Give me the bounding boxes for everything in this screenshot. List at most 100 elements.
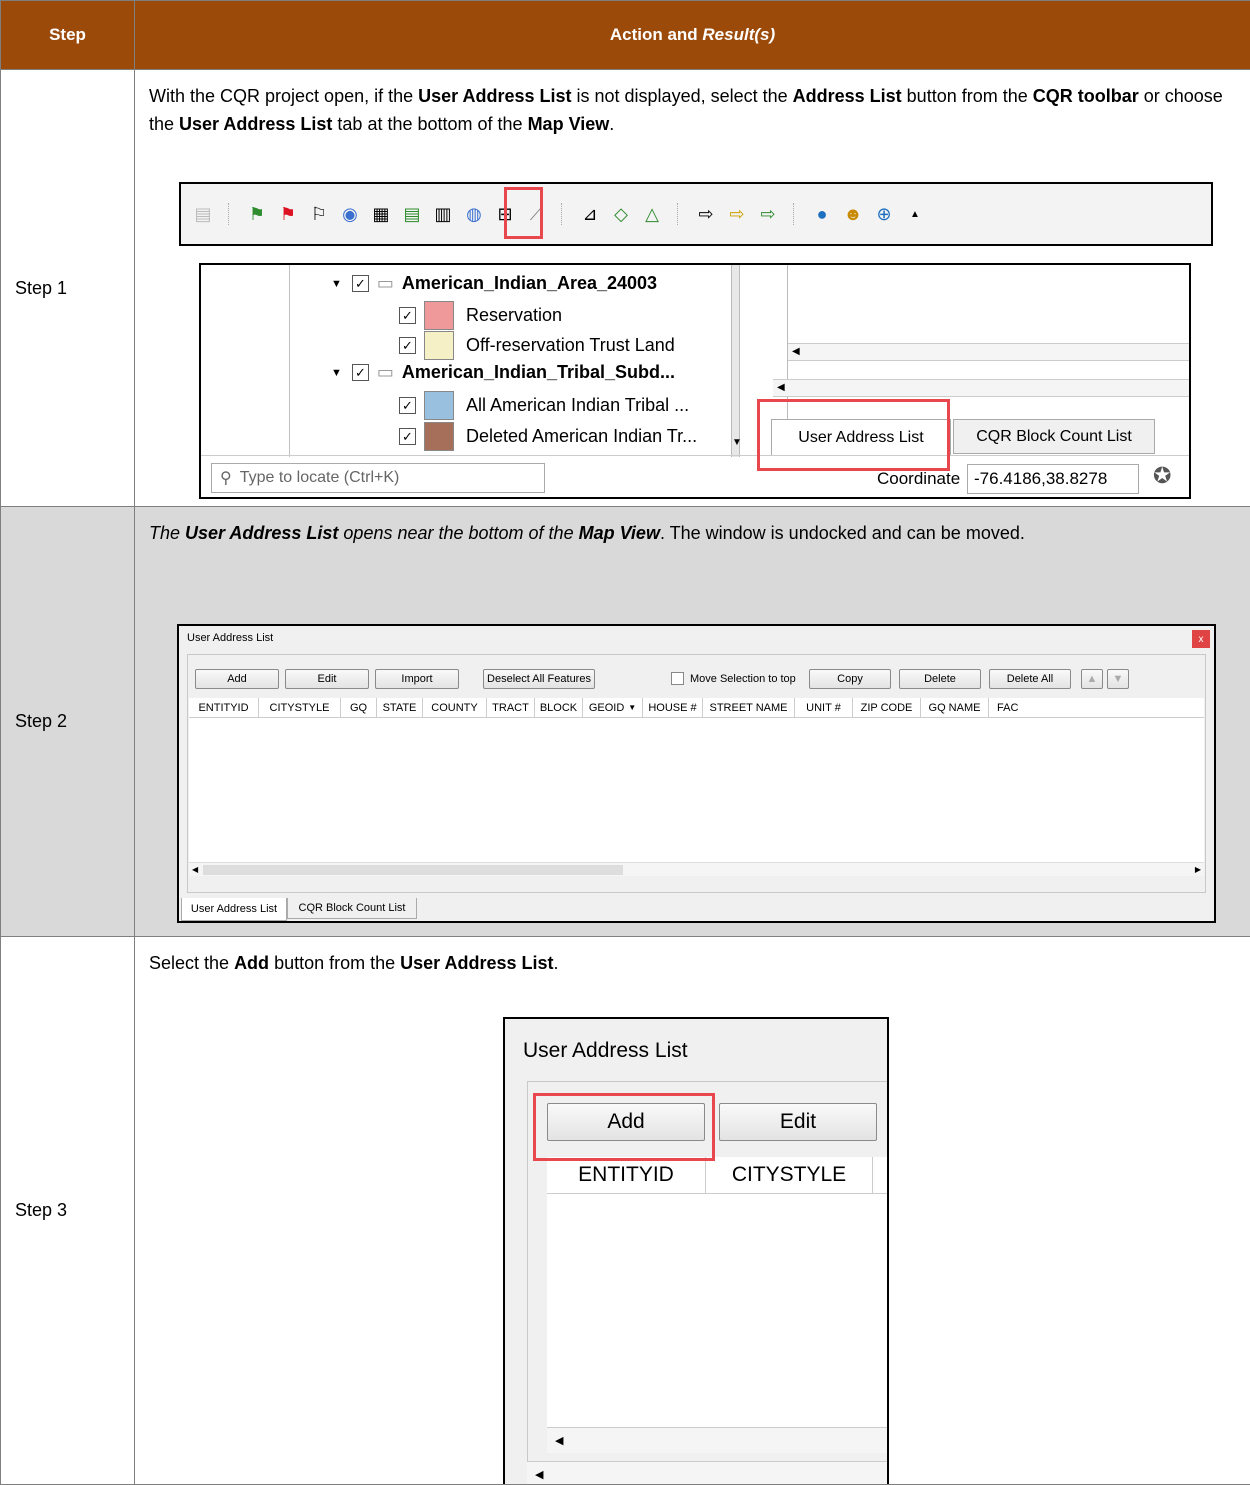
step2-row: Step 2 The User Address List opens near … <box>1 507 1250 937</box>
add-flag-icon[interactable]: ⚑ <box>245 202 269 226</box>
delete-all-button[interactable]: Delete All <box>989 669 1071 689</box>
edit-button[interactable]: Edit <box>719 1103 877 1141</box>
chevron-up-icon[interactable]: ▲ <box>903 202 927 226</box>
layer-checkbox[interactable]: ✓ <box>399 307 416 324</box>
step2-label: Step 2 <box>1 507 135 937</box>
export-icon[interactable]: ⇨ <box>694 202 718 226</box>
col-county[interactable]: COUNTY <box>423 698 487 717</box>
layer-checkbox[interactable]: ✓ <box>399 428 416 445</box>
export-alt-icon[interactable]: ⇨ <box>725 202 749 226</box>
step3-text: Select the Add button from the User Addr… <box>149 949 1236 977</box>
close-icon[interactable]: x <box>1192 630 1210 648</box>
list-icon[interactable]: ▦ <box>369 202 393 226</box>
import-button[interactable]: Import <box>375 669 459 689</box>
disabled-tool-icon[interactable]: ▤ <box>191 202 215 226</box>
scroll-down-icon[interactable]: ▼ <box>732 437 742 448</box>
cqr-toolbar: ▤ ⚑ ⚑ ⚐ ◉ ▦ ▤ ▥ ◍ ⊞ ⟋ ⊿ ◇ <box>179 182 1213 246</box>
locate-search-input[interactable]: ⚲Type to locate (Ctrl+K) <box>211 463 545 493</box>
col-tract[interactable]: TRACT <box>487 698 535 717</box>
column-header-row: ENTITYID CITYSTYLE <box>547 1157 887 1194</box>
col-state[interactable]: STATE <box>377 698 423 717</box>
coordinate-field[interactable]: -76.4186,38.8278 <box>967 464 1139 494</box>
layer-checkbox[interactable]: ✓ <box>399 337 416 354</box>
col-gq[interactable]: GQ <box>341 698 377 717</box>
move-selection-checkbox[interactable]: Move Selection to top <box>671 672 796 685</box>
step1-text: With the CQR project open, if the User A… <box>149 82 1236 138</box>
web-add-icon[interactable]: ⊕ <box>872 202 896 226</box>
add-button[interactable]: Add <box>195 669 279 689</box>
tab-cqr-block-count[interactable]: CQR Block Count List <box>287 898 417 919</box>
block-count-icon[interactable]: ▥ <box>431 202 455 226</box>
group-icon: ▭ <box>377 273 394 294</box>
area-tool-icon[interactable]: △ <box>640 202 664 226</box>
layer-group-american-indian-area[interactable]: ▼✓▭American_Indian_Area_24003 <box>331 273 657 294</box>
layer-checkbox[interactable]: ✓ <box>352 275 369 292</box>
step3-content: Select the Add button from the User Addr… <box>135 937 1250 1485</box>
col-citystyle[interactable]: CITYSTYLE <box>259 698 341 717</box>
sort-icon: ▼ <box>628 703 636 712</box>
delete-button[interactable]: Delete <box>899 669 981 689</box>
step1-label: Step 1 <box>1 70 135 507</box>
layer-swatch <box>424 391 454 420</box>
address-list-icon[interactable]: ▤ <box>400 202 424 226</box>
globe-icon[interactable]: ● <box>810 202 834 226</box>
user-address-tab-highlight <box>757 399 950 471</box>
deselect-all-button[interactable]: Deselect All Features <box>483 669 595 689</box>
flag-tool-icon[interactable]: ⚐ <box>307 202 331 226</box>
polygon-tool-icon[interactable]: ◇ <box>609 202 633 226</box>
h-scrollbar[interactable]: ◀ <box>547 1427 887 1453</box>
step1-content: With the CQR project open, if the User A… <box>135 70 1250 507</box>
table-body <box>547 1194 887 1452</box>
col-citystyle[interactable]: CITYSTYLE <box>706 1157 873 1193</box>
h-scrollbar-outer[interactable]: ◀ <box>527 1461 887 1484</box>
h-scrollbar[interactable]: ◀▶ <box>189 862 1204 876</box>
layer-item-all-tribal[interactable]: ✓All American Indian Tribal ... <box>399 391 689 420</box>
submit-icon[interactable]: ⇨ <box>756 202 780 226</box>
col-entityid[interactable]: ENTITYID <box>547 1157 706 1193</box>
layers-panel-shot: ▼✓▭American_Indian_Area_24003 ✓Reservati… <box>199 263 1191 499</box>
table-header-row: Step Action and Result(s) <box>1 1 1250 70</box>
step3-row: Step 3 Select the Add button from the Us… <box>1 937 1250 1485</box>
col-fac[interactable]: FAC <box>989 698 1029 717</box>
window-title: User Address List <box>523 1039 688 1063</box>
h-scrollbar[interactable]: ◀ <box>788 343 1191 361</box>
move-up-icon[interactable]: ▲ <box>1081 669 1103 689</box>
column-header-row: ENTITYID CITYSTYLE GQ STATE COUNTY TRACT… <box>189 698 1204 718</box>
col-geoid[interactable]: GEOID▼ <box>583 698 643 717</box>
layer-swatch <box>424 422 454 451</box>
col-entityid[interactable]: ENTITYID <box>189 698 259 717</box>
user-address-list-window: User Address List x Add Edit Import Dese… <box>177 624 1216 923</box>
layer-checkbox[interactable]: ✓ <box>352 364 369 381</box>
verify-icon[interactable]: ◉ <box>338 202 362 226</box>
h-scrollbar[interactable]: ◀ <box>773 379 1191 397</box>
layer-group-tribal-subdivision[interactable]: ▼✓▭American_Indian_Tribal_Subd... <box>331 362 675 383</box>
address-list-highlight <box>504 187 543 239</box>
layer-swatch <box>424 301 454 330</box>
step1-row: Step 1 With the CQR project open, if the… <box>1 70 1250 507</box>
move-down-icon[interactable]: ▼ <box>1107 669 1129 689</box>
edit-button[interactable]: Edit <box>285 669 369 689</box>
layer-item-trust-land[interactable]: ✓Off-reservation Trust Land <box>399 331 675 360</box>
layer-item-deleted-tribal[interactable]: ✓Deleted American Indian Tr... <box>399 422 697 451</box>
header-step: Step <box>1 1 135 70</box>
step2-content: The User Address List opens near the bot… <box>135 507 1250 937</box>
header-action: Action and Result(s) <box>135 1 1250 70</box>
layer-swatch <box>424 331 454 360</box>
tab-cqr-block-count[interactable]: CQR Block Count List <box>953 419 1155 454</box>
col-unit[interactable]: UNIT # <box>795 698 853 717</box>
tab-user-address-list[interactable]: User Address List <box>181 898 287 921</box>
window-title: User Address List <box>187 632 273 644</box>
col-house[interactable]: HOUSE # <box>643 698 703 717</box>
copy-button[interactable]: Copy <box>809 669 891 689</box>
col-street-name[interactable]: STREET NAME <box>703 698 795 717</box>
help-icon[interactable]: ☻ <box>841 202 865 226</box>
edit-shape-icon[interactable]: ◍ <box>462 202 486 226</box>
line-tool-icon[interactable]: ⊿ <box>578 202 602 226</box>
col-gq-name[interactable]: GQ NAME <box>921 698 989 717</box>
remove-flag-icon[interactable]: ⚑ <box>276 202 300 226</box>
col-block[interactable]: BLOCK <box>535 698 583 717</box>
messages-icon[interactable]: ✪ <box>1153 463 1171 489</box>
layer-item-reservation[interactable]: ✓Reservation <box>399 301 562 330</box>
col-zip-code[interactable]: ZIP CODE <box>853 698 921 717</box>
layer-checkbox[interactable]: ✓ <box>399 397 416 414</box>
